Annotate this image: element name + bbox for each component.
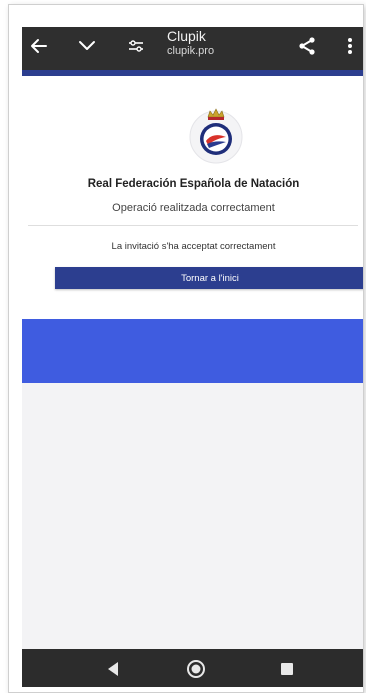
organization-name: Real Federación Española de Natación — [87, 178, 300, 190]
divider — [28, 225, 358, 226]
page-title: Clupik — [167, 28, 206, 44]
back-arrow-icon[interactable] — [26, 33, 52, 59]
home-button[interactable]: Tornar a l'inici — [55, 267, 363, 289]
empty-background — [22, 383, 363, 649]
share-icon[interactable] — [294, 33, 320, 59]
nav-back-icon[interactable] — [102, 658, 124, 680]
screen: Clupik clupik.pro Real Federación Españo… — [22, 27, 363, 687]
chevron-down-icon[interactable] — [74, 33, 100, 59]
header-accent-bar — [22, 70, 363, 76]
invitation-status-message: La invitació s'ha acceptat correctament — [111, 241, 276, 252]
phone-frame: Clupik clupik.pro Real Federación Españo… — [8, 4, 364, 693]
rfen-logo — [183, 101, 249, 167]
operation-status-message: Operació realitzada correctament — [112, 202, 275, 214]
nav-recent-icon[interactable] — [276, 658, 298, 680]
tune-icon[interactable] — [123, 33, 149, 59]
nav-home-icon[interactable] — [185, 658, 207, 680]
url-text[interactable]: clupik.pro — [167, 45, 214, 57]
browser-toolbar: Clupik clupik.pro — [22, 27, 363, 70]
more-vert-icon[interactable] — [340, 33, 360, 59]
android-navigation-bar — [22, 649, 363, 687]
footer-band — [22, 319, 363, 383]
